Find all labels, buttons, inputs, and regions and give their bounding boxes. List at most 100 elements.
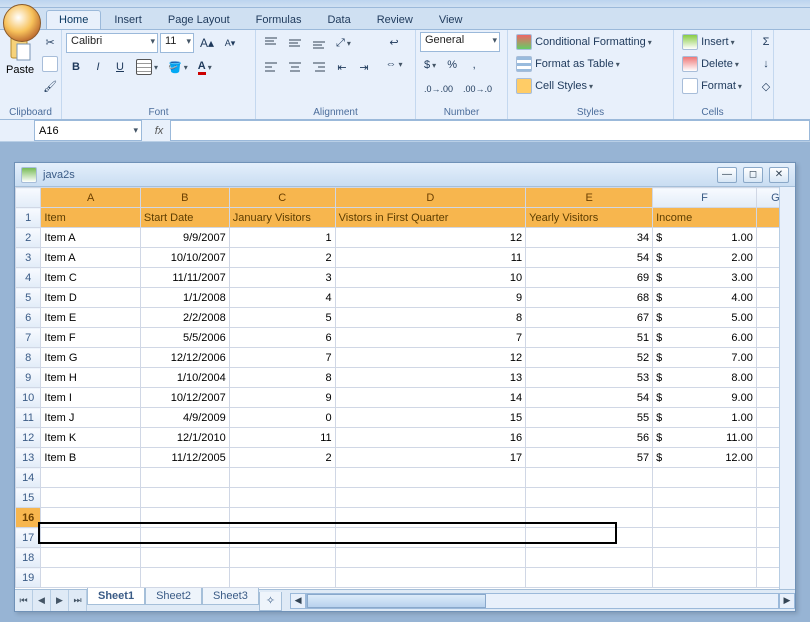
cell[interactable]: 14: [335, 388, 526, 408]
horizontal-scrollbar[interactable]: ◀ ▶: [290, 590, 795, 611]
maximize-button[interactable]: ◻: [743, 167, 763, 183]
percent-format-button[interactable]: %: [442, 55, 462, 75]
cell[interactable]: [229, 468, 335, 488]
cell[interactable]: Item K: [41, 428, 140, 448]
insert-cells-button[interactable]: Insert: [678, 32, 747, 52]
fx-button[interactable]: fx: [148, 120, 170, 141]
cell[interactable]: [335, 548, 526, 568]
grid-area[interactable]: ABCDEFG1ItemStart DateJanuary VisitorsVi…: [15, 187, 795, 589]
cell[interactable]: Item B: [41, 448, 140, 468]
cell[interactable]: [526, 488, 653, 508]
cell[interactable]: Item J: [41, 408, 140, 428]
conditional-formatting-button[interactable]: Conditional Formatting: [512, 32, 669, 52]
row-header-11[interactable]: 11: [16, 408, 41, 428]
cell[interactable]: 2: [229, 448, 335, 468]
cell[interactable]: [140, 488, 229, 508]
cell[interactable]: 1.00: [653, 228, 757, 248]
cell[interactable]: 1/1/2008: [140, 288, 229, 308]
cell[interactable]: [526, 468, 653, 488]
fill-color-button[interactable]: 🪣: [164, 57, 192, 77]
row-header-4[interactable]: 4: [16, 268, 41, 288]
row-header-1[interactable]: 1: [16, 208, 41, 228]
font-color-button[interactable]: A: [194, 57, 216, 77]
cell[interactable]: 11/11/2007: [140, 268, 229, 288]
comma-format-button[interactable]: ,: [464, 55, 484, 75]
row-header-19[interactable]: 19: [16, 568, 41, 588]
format-cells-button[interactable]: Format: [678, 76, 747, 96]
cell[interactable]: 8: [229, 368, 335, 388]
formula-bar[interactable]: [170, 120, 810, 141]
cell[interactable]: [41, 488, 140, 508]
cell[interactable]: 12.00: [653, 448, 757, 468]
cell[interactable]: [41, 528, 140, 548]
tab-insert[interactable]: Insert: [101, 10, 155, 29]
cell[interactable]: [229, 488, 335, 508]
cell[interactable]: [526, 508, 653, 528]
row-header-2[interactable]: 2: [16, 228, 41, 248]
row-header-10[interactable]: 10: [16, 388, 41, 408]
cell[interactable]: Item C: [41, 268, 140, 288]
align-middle-button[interactable]: [284, 33, 306, 53]
cell[interactable]: [229, 568, 335, 588]
scroll-right-button[interactable]: ▶: [779, 593, 795, 609]
cell[interactable]: 13: [335, 368, 526, 388]
cell[interactable]: 10: [335, 268, 526, 288]
cell[interactable]: 17: [335, 448, 526, 468]
header-cell[interactable]: Vistors in First Quarter: [335, 208, 526, 228]
underline-button[interactable]: U: [110, 57, 130, 77]
cell[interactable]: 5/5/2006: [140, 328, 229, 348]
number-format-combo[interactable]: General: [420, 32, 500, 52]
cell[interactable]: 16: [335, 428, 526, 448]
cut-button[interactable]: ✂: [38, 32, 62, 52]
cell[interactable]: 6: [229, 328, 335, 348]
cell[interactable]: [229, 548, 335, 568]
merge-center-button[interactable]: ⇔: [380, 54, 408, 74]
autosum-button[interactable]: Σ: [756, 32, 776, 52]
align-top-button[interactable]: [260, 33, 282, 53]
row-header-3[interactable]: 3: [16, 248, 41, 268]
select-all-corner[interactable]: [16, 188, 41, 208]
cell[interactable]: Item D: [41, 288, 140, 308]
cell[interactable]: 11.00: [653, 428, 757, 448]
cell[interactable]: 67: [526, 308, 653, 328]
minimize-button[interactable]: —: [717, 167, 737, 183]
cell[interactable]: [653, 548, 757, 568]
cell[interactable]: Item A: [41, 228, 140, 248]
cell[interactable]: 10/10/2007: [140, 248, 229, 268]
tab-review[interactable]: Review: [364, 10, 426, 29]
sheet-nav-prev[interactable]: ◀: [33, 590, 51, 611]
cell[interactable]: 9: [229, 388, 335, 408]
tab-formulas[interactable]: Formulas: [243, 10, 315, 29]
row-header-7[interactable]: 7: [16, 328, 41, 348]
delete-cells-button[interactable]: Delete: [678, 54, 747, 74]
cell[interactable]: 8: [335, 308, 526, 328]
cell[interactable]: 1: [229, 228, 335, 248]
clear-button[interactable]: ◇: [756, 76, 776, 96]
sheet-tab-sheet2[interactable]: Sheet2: [145, 588, 202, 605]
cell[interactable]: [526, 548, 653, 568]
cell[interactable]: Item I: [41, 388, 140, 408]
cell[interactable]: 7: [335, 328, 526, 348]
workbook-titlebar[interactable]: java2s — ◻ ✕: [15, 163, 795, 187]
cell[interactable]: 7: [229, 348, 335, 368]
cell[interactable]: [335, 568, 526, 588]
name-box[interactable]: A16: [34, 120, 142, 141]
sheet-tab-sheet1[interactable]: Sheet1: [87, 588, 145, 605]
cell[interactable]: [140, 548, 229, 568]
align-left-button[interactable]: [260, 57, 282, 77]
sheet-nav-first[interactable]: ⏮: [15, 590, 33, 611]
office-button[interactable]: [3, 4, 41, 42]
cell[interactable]: 12/12/2006: [140, 348, 229, 368]
row-header-9[interactable]: 9: [16, 368, 41, 388]
tab-page-layout[interactable]: Page Layout: [155, 10, 243, 29]
header-cell[interactable]: Income: [653, 208, 757, 228]
decrease-decimal-button[interactable]: .00→.0: [459, 79, 496, 99]
shrink-font-button[interactable]: A▾: [220, 33, 240, 53]
cell[interactable]: 15: [335, 408, 526, 428]
font-size-combo[interactable]: 11: [160, 33, 194, 53]
cell[interactable]: 0: [229, 408, 335, 428]
cell[interactable]: 5: [229, 308, 335, 328]
cell[interactable]: [41, 548, 140, 568]
fill-button[interactable]: ↓: [756, 54, 776, 74]
row-header-15[interactable]: 15: [16, 488, 41, 508]
